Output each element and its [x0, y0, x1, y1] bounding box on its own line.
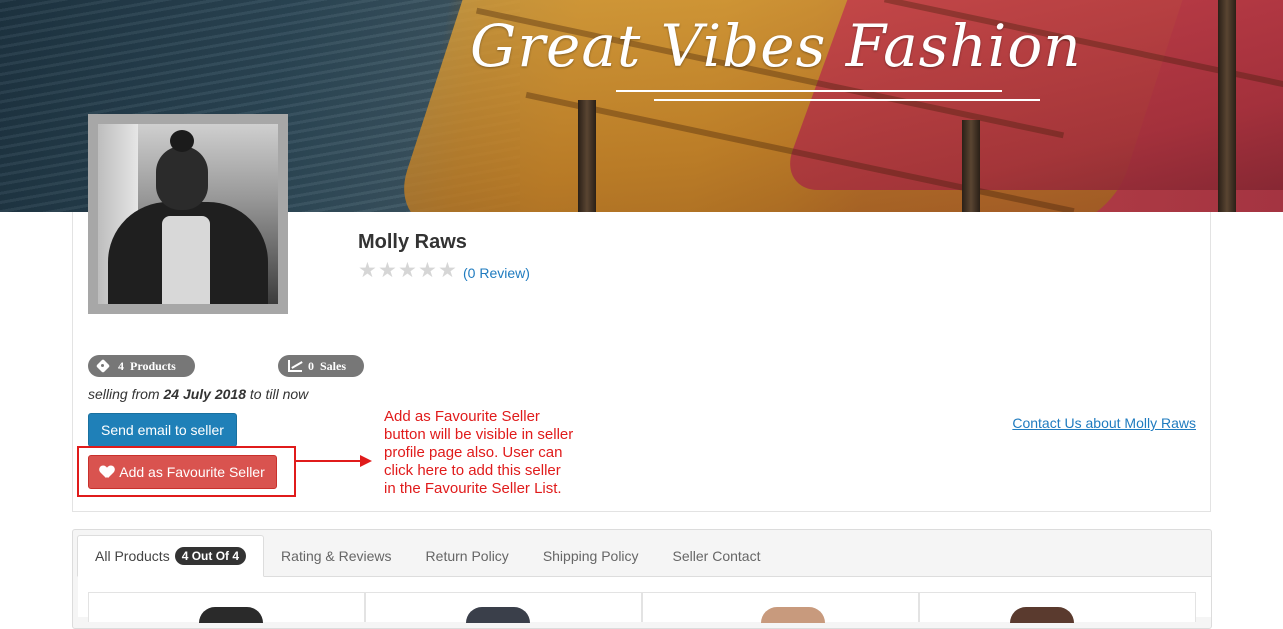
title-underline — [654, 99, 1040, 101]
star-icon: ★ — [378, 259, 397, 282]
product-image — [761, 607, 825, 623]
product-image — [1010, 607, 1074, 623]
product-card[interactable] — [642, 592, 919, 623]
tab-label: All Products — [95, 548, 170, 564]
banner-post — [1218, 0, 1236, 212]
tab-shipping-policy[interactable]: Shipping Policy — [526, 535, 656, 576]
rating-stars: ★ ★ ★ ★ ★ — [358, 259, 457, 282]
products-count: 4 — [118, 358, 124, 373]
seller-avatar — [98, 124, 278, 304]
product-card[interactable] — [88, 592, 365, 623]
star-icon: ★ — [418, 259, 437, 282]
seller-name: Molly Raws — [358, 231, 467, 253]
sales-count-badge: 0 Sales — [278, 355, 364, 377]
tab-rating-reviews[interactable]: Rating & Reviews — [264, 535, 409, 576]
product-image — [199, 607, 263, 623]
sales-label: Sales — [320, 358, 347, 373]
star-icon: ★ — [438, 259, 457, 282]
star-icon: ★ — [358, 259, 377, 282]
seller-tabs: All Products 4 Out Of 4 Rating & Reviews… — [77, 535, 777, 577]
annotation-arrow — [296, 460, 362, 462]
annotation-highlight-box — [77, 446, 296, 497]
products-count-badge: 4 Products — [88, 355, 195, 377]
title-underline — [616, 90, 1002, 92]
products-count-badge: 4 Out Of 4 — [174, 547, 247, 565]
seller-avatar-frame — [88, 114, 288, 314]
tab-return-policy[interactable]: Return Policy — [409, 535, 526, 576]
product-grid — [88, 592, 1196, 623]
product-card[interactable] — [365, 592, 642, 623]
banner-post — [578, 100, 596, 212]
annotation-text: Add as Favourite Seller button will be v… — [384, 408, 574, 497]
review-count-link[interactable]: (0 Review) — [463, 265, 530, 281]
product-card[interactable] — [919, 592, 1196, 623]
banner-post — [962, 120, 980, 212]
tag-icon — [98, 360, 112, 372]
tab-seller-contact[interactable]: Seller Contact — [656, 535, 778, 576]
annotation-arrow-head — [360, 455, 372, 467]
product-image — [466, 607, 530, 623]
products-label: Products — [130, 358, 176, 373]
star-icon: ★ — [398, 259, 417, 282]
line-chart-icon — [288, 360, 302, 372]
selling-date: 24 July 2018 — [163, 386, 246, 402]
contact-seller-link[interactable]: Contact Us about Molly Raws — [1012, 415, 1196, 431]
selling-since: selling from 24 July 2018 to till now — [88, 386, 309, 402]
send-email-button[interactable]: Send email to seller — [88, 413, 237, 447]
tab-all-products[interactable]: All Products 4 Out Of 4 — [77, 535, 265, 577]
sales-count: 0 — [308, 358, 314, 373]
store-title: Great Vibes Fashion — [470, 12, 1082, 80]
